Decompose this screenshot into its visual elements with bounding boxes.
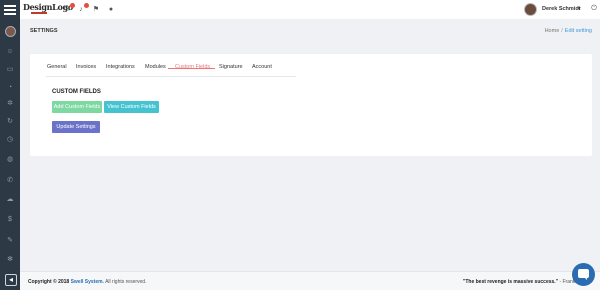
avatar[interactable] (524, 3, 537, 16)
tab-account[interactable]: Account (252, 62, 272, 72)
power-icon[interactable]: ⏻ (590, 5, 598, 13)
tab-invoices[interactable]: Invoices (76, 62, 96, 72)
tab-general[interactable]: General (47, 62, 67, 72)
view-custom-fields-button[interactable]: View Custom Fields (104, 101, 159, 113)
section-title: CUSTOM FIELDS (52, 89, 101, 95)
mail-icon[interactable]: ✉ (62, 3, 75, 14)
sidebar-avatar[interactable] (5, 26, 16, 37)
page-header: SETTINGS Home / Edit setting (20, 19, 600, 44)
bell-icon[interactable]: ♪ (76, 3, 89, 14)
user-name[interactable]: Derek Schmidt (542, 5, 581, 14)
logo[interactable]: DesignLogo (23, 3, 73, 17)
flag-icon[interactable]: ⚑ (91, 5, 101, 14)
settings-icon[interactable]: ✻ (6, 256, 14, 264)
add-custom-fields-button[interactable]: Add Custom Fields (52, 101, 102, 113)
globe-icon[interactable]: ◍ (6, 156, 14, 164)
chat-icon[interactable]: ● (106, 5, 116, 14)
refresh-icon[interactable]: ↻ (6, 118, 14, 126)
breadcrumb-current: Edit setting (564, 28, 592, 34)
brand-link[interactable]: Swell System. (71, 279, 104, 285)
collapse-sidebar-icon[interactable]: ◂ (5, 274, 17, 286)
settings-card: General Invoices Integrations Modules Cu… (30, 54, 592, 156)
footer: Copyright © 2018 Swell System. All right… (20, 271, 600, 290)
chat-button[interactable] (572, 263, 595, 286)
tab-signature[interactable]: Signature (219, 62, 243, 72)
page-title: SETTINGS (30, 28, 58, 34)
active-tab-indicator (168, 68, 215, 69)
bell-icon[interactable]: ◔ (6, 84, 14, 92)
cloud-icon[interactable]: ☁ (6, 196, 14, 204)
copyright: Copyright © 2018 Swell System. All right… (28, 279, 147, 285)
dollar-icon[interactable]: $ (6, 216, 14, 224)
edit-icon[interactable]: ✎ (6, 237, 14, 245)
menu-icon[interactable] (4, 5, 16, 15)
sidebar: ☺ ▭ ◔ ✲ ↻ ◷ ◍ ✆ ☁ $ ✎ ✻ ◂ (0, 0, 20, 290)
clock-icon[interactable]: ◷ (6, 136, 14, 144)
gear-icon[interactable]: ✲ (6, 100, 14, 108)
folder-icon[interactable]: ▭ (6, 66, 14, 74)
tab-modules[interactable]: Modules (145, 62, 166, 72)
footer-quote: "The best revenge is massive success." -… (462, 279, 580, 285)
topbar: DesignLogo ✉ ♪ ⚑ ● Derek Schmidt ▾ ⏻ (20, 0, 600, 19)
tabs-divider (46, 76, 296, 77)
user-icon[interactable]: ☺ (6, 48, 14, 56)
chevron-down-icon[interactable]: ▾ (578, 5, 581, 14)
tab-integrations[interactable]: Integrations (106, 62, 135, 72)
breadcrumb-home[interactable]: Home (545, 28, 560, 34)
breadcrumb: Home / Edit setting (544, 28, 592, 34)
tab-custom-fields[interactable]: Custom Fields (175, 62, 210, 72)
update-settings-button[interactable]: Update Settings (52, 121, 100, 133)
phone-icon[interactable]: ✆ (6, 177, 14, 185)
